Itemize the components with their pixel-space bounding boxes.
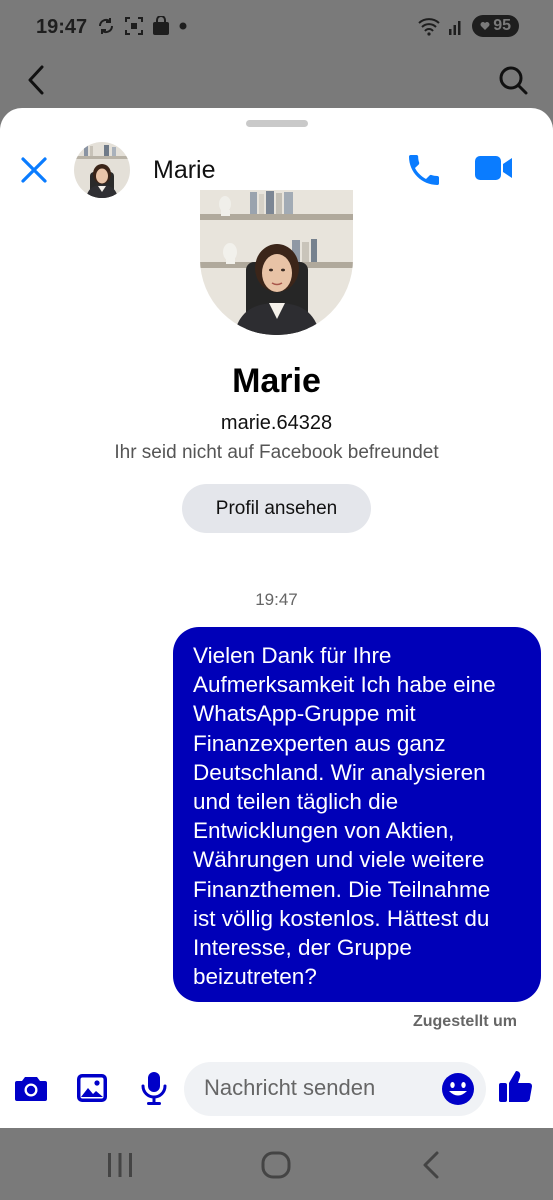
header-avatar[interactable] — [74, 142, 130, 198]
header-contact-name[interactable]: Marie — [153, 156, 216, 185]
outgoing-message-bubble[interactable]: Vielen Dank für Ihre Aufmerksamkeit Ich … — [173, 627, 541, 1002]
drag-handle[interactable] — [246, 120, 308, 127]
thumbs-up-icon[interactable] — [498, 1068, 534, 1104]
message-timestamp: 19:47 — [255, 590, 298, 609]
status-bar: 19:47 95 — [0, 0, 553, 56]
status-time: 19:47 — [36, 16, 88, 38]
phone-icon[interactable] — [404, 150, 444, 190]
battery-heart-icon — [480, 22, 490, 30]
background-app-bar — [0, 56, 553, 110]
shopping-bag-icon — [153, 16, 169, 35]
profile-name: Marie — [232, 362, 321, 400]
search-icon[interactable] — [497, 64, 529, 96]
profile-username: marie.64328 — [220, 412, 333, 434]
system-back-icon[interactable] — [420, 1150, 442, 1180]
home-icon[interactable] — [261, 1151, 291, 1179]
chat-sheet: Marie Marie marie.64328 Ihr seid nicht a… — [0, 108, 553, 1128]
video-icon[interactable] — [474, 152, 514, 184]
message-input-placeholder: Nachricht senden — [204, 1075, 376, 1100]
camera-icon[interactable] — [14, 1074, 48, 1102]
battery-level: 95 — [493, 17, 511, 34]
recent-apps-icon[interactable] — [106, 1152, 134, 1178]
profile-photo — [200, 190, 353, 335]
close-icon[interactable] — [20, 156, 48, 184]
emoji-icon[interactable] — [441, 1072, 475, 1106]
wifi-icon — [418, 18, 440, 36]
system-navigation-bar — [0, 1128, 553, 1200]
dot-icon — [179, 22, 187, 30]
status-icons-right: 95 — [418, 15, 519, 37]
image-icon[interactable] — [76, 1072, 108, 1104]
delivery-status: Zugestellt um — [412, 1013, 517, 1030]
sync-icon — [98, 18, 114, 34]
battery-indicator: 95 — [472, 15, 519, 37]
message-composer: Nachricht senden — [0, 1058, 553, 1120]
friendship-status: Ihr seid nicht auf Facebook befreundet — [114, 442, 439, 463]
signal-icon — [449, 21, 461, 35]
back-icon[interactable] — [24, 64, 48, 96]
view-profile-button[interactable]: Profil ansehen — [182, 484, 371, 533]
screenshot-icon — [125, 17, 143, 35]
avatar-image — [74, 142, 130, 198]
profile-avatar[interactable] — [200, 190, 353, 335]
status-icons-left — [96, 16, 188, 36]
microphone-icon[interactable] — [140, 1070, 168, 1106]
